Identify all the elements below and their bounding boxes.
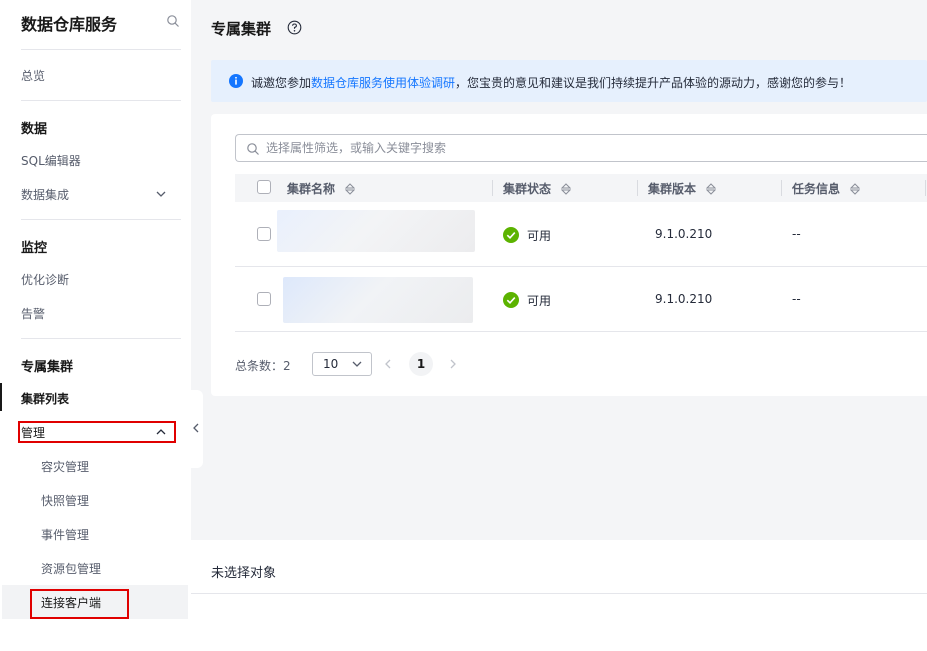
column-status-label: 集群状态 (503, 182, 552, 196)
highlight-box-connect-client (30, 589, 129, 619)
sidebar-divider (21, 49, 181, 50)
cluster-list-card: 集群名称 集群状态 集群版本 任务信息 (211, 114, 927, 396)
sidebar-group-data: 数据 (21, 122, 48, 137)
detail-panel: 未选择对象 (191, 540, 927, 651)
column-separator[interactable] (492, 180, 493, 196)
task-info: -- (792, 227, 801, 241)
column-header-task[interactable]: 任务信息 (792, 180, 861, 197)
highlight-box-manage (18, 421, 176, 443)
sidebar-item-overview[interactable]: 总览 (21, 67, 45, 84)
sidebar: 数据仓库服务 总览 数据 SQL编辑器 数据集成 监控 优化诊断 告警 专属集群… (0, 0, 191, 651)
notice-suffix: ，您宝贵的意见和建议是我们持续提升产品体验的源动力，感谢您的参与！ (455, 76, 852, 90)
page-size-value: 10 (323, 357, 339, 371)
row-checkbox[interactable] (257, 227, 271, 241)
column-version-label: 集群版本 (648, 182, 697, 196)
sidebar-group-monitor: 监控 (21, 241, 48, 256)
no-selection-text: 未选择对象 (211, 566, 277, 581)
service-title: 数据仓库服务 (21, 15, 118, 34)
sidebar-item-data-integration[interactable]: 数据集成 (21, 186, 69, 203)
table-row[interactable]: 可用 9.1.0.210 -- (235, 202, 927, 267)
sidebar-item-sql-editor[interactable]: SQL编辑器 (21, 152, 81, 169)
page-title: 专属集群 (211, 20, 272, 38)
table-header: 集群名称 集群状态 集群版本 任务信息 (235, 174, 927, 202)
sort-icon[interactable] (345, 183, 356, 195)
search-icon[interactable] (166, 14, 180, 28)
table-row[interactable]: 可用 9.1.0.210 -- (235, 267, 927, 332)
sidebar-group-dedicated: 专属集群 (21, 360, 74, 375)
sidebar-divider (21, 338, 181, 339)
column-header-name[interactable]: 集群名称 (287, 180, 356, 197)
chevron-down-icon (352, 361, 362, 367)
chevron-down-icon[interactable] (155, 188, 167, 200)
column-separator[interactable] (781, 180, 782, 196)
redacted-cluster-name[interactable] (277, 210, 475, 252)
sort-icon[interactable] (850, 183, 861, 195)
sidebar-subitem-resource-pkg[interactable]: 资源包管理 (41, 560, 101, 577)
sidebar-subitem-snapshot[interactable]: 快照管理 (41, 492, 89, 509)
active-indicator (0, 383, 2, 411)
sidebar-item-cluster-list[interactable]: 集群列表 (21, 390, 69, 407)
panel-divider (191, 593, 927, 594)
task-info: -- (792, 292, 801, 306)
notice-prefix: 诚邀您参加 (251, 76, 312, 90)
column-name-label: 集群名称 (287, 182, 336, 196)
column-header-version[interactable]: 集群版本 (648, 180, 717, 197)
search-icon (247, 143, 259, 155)
column-separator[interactable] (925, 180, 926, 196)
cluster-version: 9.1.0.210 (655, 227, 713, 241)
cluster-status: 可用 (527, 294, 552, 308)
sidebar-divider (21, 219, 181, 220)
check-circle-icon (503, 292, 519, 308)
page-size-select[interactable]: 10 (312, 352, 372, 376)
info-icon (229, 74, 243, 88)
sidebar-item-optimize[interactable]: 优化诊断 (21, 271, 69, 288)
filter-search[interactable] (235, 134, 927, 162)
cluster-version: 9.1.0.210 (655, 292, 713, 306)
search-input[interactable] (266, 139, 866, 157)
sidebar-divider (21, 100, 181, 101)
prev-page-icon[interactable] (382, 358, 394, 370)
help-icon[interactable] (287, 20, 302, 35)
sidebar-item-alarm[interactable]: 告警 (21, 305, 45, 322)
check-circle-icon (503, 227, 519, 243)
next-page-icon[interactable] (447, 358, 459, 370)
column-task-label: 任务信息 (792, 182, 841, 196)
survey-link[interactable]: 数据仓库服务使用体验调研 (311, 76, 455, 90)
sidebar-subitem-dr[interactable]: 容灾管理 (41, 458, 89, 475)
notice-text: 诚邀您参加数据仓库服务使用体验调研，您宝贵的意见和建议是我们持续提升产品体验的源… (251, 74, 851, 91)
row-checkbox[interactable] (257, 292, 271, 306)
cluster-status: 可用 (527, 229, 552, 243)
sidebar-subitem-event[interactable]: 事件管理 (41, 526, 89, 543)
sort-icon[interactable] (706, 183, 717, 195)
column-header-status[interactable]: 集群状态 (503, 180, 572, 197)
pagination-total: 总条数：2 (235, 359, 291, 373)
main-content: 专属集群 诚邀您参加数据仓库服务使用体验调研，您宝贵的意见和建议是我们持续提升产… (191, 0, 927, 651)
page-number-current[interactable]: 1 (409, 352, 433, 376)
survey-notice: 诚邀您参加数据仓库服务使用体验调研，您宝贵的意见和建议是我们持续提升产品体验的源… (211, 60, 927, 102)
column-separator[interactable] (637, 180, 638, 196)
sort-icon[interactable] (561, 183, 572, 195)
select-all-checkbox[interactable] (257, 180, 271, 194)
redacted-cluster-name[interactable] (283, 277, 473, 323)
